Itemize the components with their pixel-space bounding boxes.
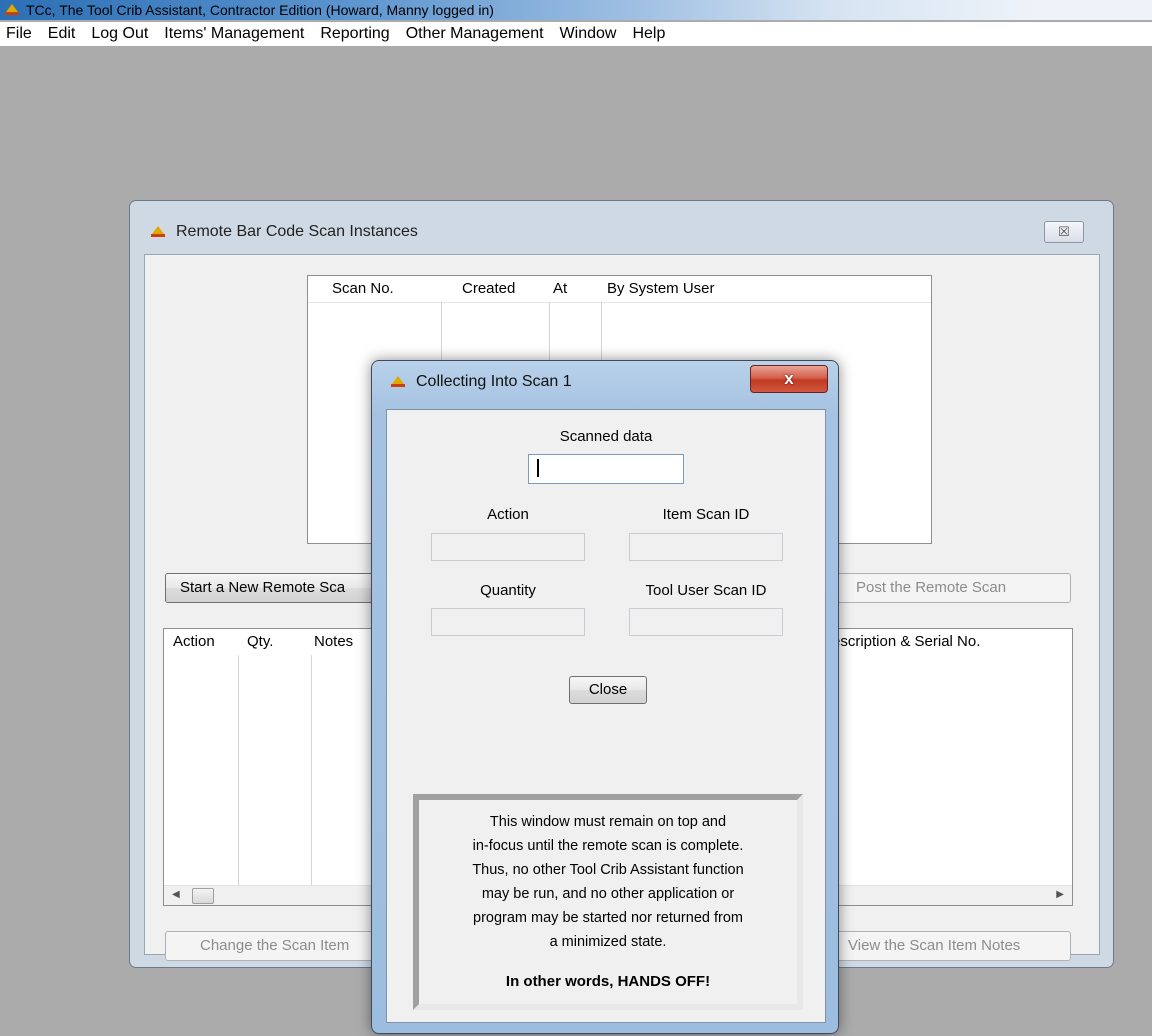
scan-instances-close-button[interactable]: ☒ [1044,221,1084,243]
hands-off-notice: This window must remain on top and in-fo… [413,794,803,1010]
app-title: TCc, The Tool Crib Assistant, Contractor… [26,2,494,18]
column-header-at[interactable]: At [553,276,567,302]
notice-line: Thus, no other Tool Crib Assistant funct… [472,862,744,878]
column-header-created[interactable]: Created [462,276,515,302]
scroll-right-arrow-icon[interactable]: ▶ [1056,889,1064,900]
menu-edit[interactable]: Edit [40,25,84,43]
column-header-by-system-user[interactable]: By System User [607,276,715,302]
post-remote-scan-label: Post the Remote Scan [856,579,1007,596]
dialog-close-button[interactable]: x [750,365,828,393]
header-divider [308,302,931,303]
window-logo-icon [150,225,166,239]
close-button[interactable]: Close [569,676,647,704]
notice-line: program may be started nor returned from [473,910,743,926]
app-title-bar: TCc, The Tool Crib Assistant, Contractor… [0,0,1152,20]
notice-line: in-focus until the remote scan is comple… [472,838,744,854]
action-label: Action [487,506,529,523]
dialog-body: Scanned data Action Item Scan ID Quantit… [386,409,826,1023]
close-button-label: Close [588,681,628,698]
collecting-scan-dialog: Collecting Into Scan 1 x Scanned data Ac… [371,360,839,1034]
text-caret [537,459,539,477]
menu-file[interactable]: File [0,25,40,43]
dialog-logo-icon [390,375,406,389]
quantity-label: Quantity [480,582,536,599]
menu-window[interactable]: Window [552,25,625,43]
menu-bar: File Edit Log Out Items' Management Repo… [0,22,1152,46]
notice-line: may be run, and no other application or [481,886,735,902]
tool-user-scan-id-label: Tool User Scan ID [645,582,767,599]
view-scan-item-notes-label: View the Scan Item Notes [848,937,1021,954]
column-divider [238,655,239,885]
menu-reporting[interactable]: Reporting [312,25,397,43]
dialog-title: Collecting Into Scan 1 [416,373,572,390]
column-header-scan-no[interactable]: Scan No. [332,276,394,302]
notice-line: This window must remain on top and [489,814,727,830]
scrollbar-thumb[interactable] [192,888,214,904]
scanned-data-input[interactable] [528,454,684,484]
notice-emphasis: In other words, HANDS OFF! [505,973,711,990]
dialog-title-bar: Collecting Into Scan 1 [390,373,572,391]
scan-instances-title: Remote Bar Code Scan Instances [176,223,418,240]
menu-log-out[interactable]: Log Out [83,25,156,43]
scanned-data-label: Scanned data [559,428,653,445]
menu-other-management[interactable]: Other Management [398,25,552,43]
app-logo-icon [4,3,20,17]
column-header-qty[interactable]: Qty. [247,629,273,655]
scan-instances-title-bar: Remote Bar Code Scan Instances [150,223,418,241]
menu-items-management[interactable]: Items' Management [156,25,312,43]
change-scan-item-button[interactable]: Change the Scan Item [165,931,387,961]
column-header-action[interactable]: Action [173,629,215,655]
item-scan-id-field [629,533,783,561]
start-new-remote-scan-button[interactable]: Start a New Remote Sca [165,573,387,603]
column-divider [311,655,312,885]
column-header-description-serial[interactable]: escription & Serial No. [832,629,980,655]
tool-user-scan-id-field [629,608,783,636]
column-header-notes[interactable]: Notes [314,629,353,655]
start-new-remote-scan-label: Start a New Remote Sca [180,579,346,596]
notice-line: a minimized state. [549,934,667,950]
scroll-left-arrow-icon[interactable]: ◀ [172,889,180,900]
menu-help[interactable]: Help [624,25,673,43]
action-field [431,533,585,561]
close-icon: x [784,369,794,388]
change-scan-item-label: Change the Scan Item [200,937,350,954]
close-icon: ☒ [1058,224,1070,239]
view-scan-item-notes-button[interactable]: View the Scan Item Notes [835,931,1071,961]
quantity-field [431,608,585,636]
post-remote-scan-button[interactable]: Post the Remote Scan [835,573,1071,603]
item-scan-id-label: Item Scan ID [662,506,750,523]
